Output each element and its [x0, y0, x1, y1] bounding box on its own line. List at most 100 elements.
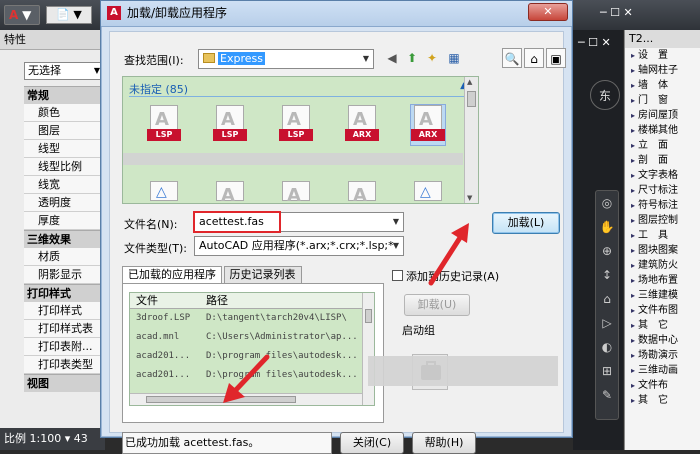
drawing-window-controls[interactable]: ─ ☐ ✕	[578, 36, 622, 52]
file-group-header[interactable]: 未指定 (85) ▲	[129, 81, 469, 97]
file-icon[interactable]: A	[213, 181, 247, 203]
startup-suite-label: 启动组	[402, 324, 435, 337]
app-window-controls[interactable]: ─ ☐ ✕	[600, 6, 695, 24]
property-row[interactable]: 线宽	[24, 176, 110, 194]
property-row[interactable]: 打印表类型	[24, 356, 110, 374]
palette-item[interactable]: 场地布置	[625, 273, 700, 288]
up-folder-icon[interactable]: ⬆	[402, 48, 422, 68]
palette-item[interactable]: 图块图案	[625, 243, 700, 258]
chevron-down-icon: ▼	[392, 241, 399, 250]
property-row[interactable]: 打印表附...	[24, 338, 110, 356]
pan-icon[interactable]: ✋	[596, 215, 618, 239]
palette-item[interactable]: 文字表格	[625, 168, 700, 183]
properties-title: 特性	[0, 30, 111, 50]
lsp-file-icon[interactable]: A LSP	[147, 105, 181, 145]
new-folder-icon[interactable]: ✦	[422, 48, 442, 68]
palette-item[interactable]: 数据中心	[625, 333, 700, 348]
tab-history-list[interactable]: 历史记录列表	[223, 266, 302, 284]
views-icon[interactable]: ▦	[444, 48, 464, 68]
steering-wheel-icon[interactable]: ◎	[596, 191, 618, 215]
palette-item[interactable]: 三维动画	[625, 363, 700, 378]
zoom-icon[interactable]: ⊕	[596, 239, 618, 263]
palette-item[interactable]: 设 置	[625, 48, 700, 63]
column-path[interactable]: 路径	[206, 293, 228, 309]
property-row[interactable]: 阴影显示	[24, 266, 110, 284]
palette-item[interactable]: 楼梯其他	[625, 123, 700, 138]
arx-file-icon[interactable]: A ARX	[410, 104, 446, 146]
dialog-close-button[interactable]: ✕	[528, 3, 568, 21]
property-row[interactable]: 透明度	[24, 194, 110, 212]
help-button[interactable]: 帮助(H)	[412, 432, 476, 454]
file-icon[interactable]: A	[279, 181, 313, 203]
palette-item[interactable]: 符号标注	[625, 198, 700, 213]
list-item[interactable]: 3droof.LSP D:\tangent\tarch20v4\LISP\	[130, 309, 374, 328]
dialog-title-bar[interactable]: A 加载/卸载应用程序 ✕	[101, 1, 572, 27]
section-plot-style[interactable]: 打印样式	[24, 284, 110, 302]
property-row[interactable]: 打印样式表	[24, 320, 110, 338]
palette-item[interactable]: 图层控制	[625, 213, 700, 228]
lsp-file-icon[interactable]: A LSP	[213, 105, 247, 145]
unload-button[interactable]: 卸载(U)	[404, 294, 470, 316]
dvb-file-icon[interactable]: △	[147, 181, 181, 203]
property-row[interactable]: 颜色	[24, 104, 110, 122]
palette-item[interactable]: 房间屋顶	[625, 108, 700, 123]
scale-status[interactable]: 比例 1:100 ▾ 43	[0, 428, 105, 450]
column-file[interactable]: 文件	[136, 293, 158, 309]
look-in-dropdown[interactable]: Express ▼	[198, 49, 374, 69]
selection-dropdown[interactable]: 无选择 ▼	[24, 62, 104, 80]
property-row[interactable]: 厚度	[24, 212, 110, 230]
file-browser-scrollbar[interactable]: ▲ ▼	[464, 77, 478, 203]
section-general[interactable]: 常规	[24, 86, 110, 104]
palette-item[interactable]: 文件布	[625, 378, 700, 393]
tarch-tool-palette: T2... 设 置 轴网柱子 墙 体 门 窗 房间屋顶 楼梯其他 立 面 剖 面…	[624, 30, 700, 450]
property-row[interactable]: 打印样式	[24, 302, 110, 320]
palette-item[interactable]: 墙 体	[625, 78, 700, 93]
palette-item[interactable]: 建筑防火	[625, 258, 700, 273]
list-header: 文件 路径	[130, 293, 374, 309]
property-row[interactable]: 图层	[24, 122, 110, 140]
tools-icon[interactable]: ▣	[546, 48, 566, 68]
draw-icon[interactable]: ✎	[596, 383, 618, 407]
file-icon[interactable]: A	[345, 181, 379, 203]
list-vertical-scrollbar[interactable]	[362, 293, 374, 405]
property-row[interactable]: 材质	[24, 248, 110, 266]
palette-item[interactable]: 文件布图	[625, 303, 700, 318]
palette-item[interactable]: 其 它	[625, 393, 700, 408]
palette-item[interactable]: 工 具	[625, 228, 700, 243]
showmotion-icon[interactable]: ▷	[596, 311, 618, 335]
list-item[interactable]: acad.mnl C:\Users\Administrator\ap...	[130, 328, 374, 347]
scroll-up-icon[interactable]: ▲	[467, 78, 472, 86]
look-icon[interactable]: ◐	[596, 335, 618, 359]
scroll-down-icon[interactable]: ▼	[467, 194, 472, 202]
add-to-history-checkbox[interactable]	[392, 270, 403, 281]
palette-item[interactable]: 剖 面	[625, 153, 700, 168]
close-button[interactable]: 关闭(C)	[340, 432, 404, 454]
search-web-icon[interactable]: ⌂	[524, 48, 544, 68]
viewcube-east[interactable]: 东	[590, 80, 620, 110]
property-row[interactable]: 线型	[24, 140, 110, 158]
file-browser[interactable]: 未指定 (85) ▲ A LSP A LSP A LSP A ARX A ARX	[122, 76, 479, 204]
palette-item[interactable]: 三维建模	[625, 288, 700, 303]
application-menu-button[interactable]: A ▼	[4, 5, 40, 25]
palette-item[interactable]: 立 面	[625, 138, 700, 153]
property-row[interactable]: 线型比例	[24, 158, 110, 176]
back-icon[interactable]: ◀	[382, 48, 402, 68]
grid-icon[interactable]: ⊞	[596, 359, 618, 383]
palette-item[interactable]: 其 它	[625, 318, 700, 333]
palette-item[interactable]: 场勘演示	[625, 348, 700, 363]
section-3d-effects[interactable]: 三维效果	[24, 230, 110, 248]
orbit-icon[interactable]: ↕	[596, 263, 618, 287]
section-view[interactable]: 视图	[24, 374, 110, 392]
dvb-file-icon[interactable]: △	[411, 181, 445, 203]
arx-file-icon[interactable]: A ARX	[345, 105, 379, 145]
quick-access-new-button[interactable]: 📄 ▼	[46, 6, 92, 24]
scroll-thumb[interactable]	[467, 91, 476, 107]
home-icon[interactable]: ⌂	[596, 287, 618, 311]
file-type-dropdown[interactable]: AutoCAD 应用程序(*.arx;*.crx;*.lsp;* ▼	[194, 236, 404, 256]
load-button[interactable]: 加载(L)	[492, 212, 560, 234]
palette-item[interactable]: 轴网柱子	[625, 63, 700, 78]
find-icon[interactable]: 🔍	[502, 48, 522, 68]
lsp-file-icon[interactable]: A LSP	[279, 105, 313, 145]
palette-item[interactable]: 门 窗	[625, 93, 700, 108]
palette-item[interactable]: 尺寸标注	[625, 183, 700, 198]
